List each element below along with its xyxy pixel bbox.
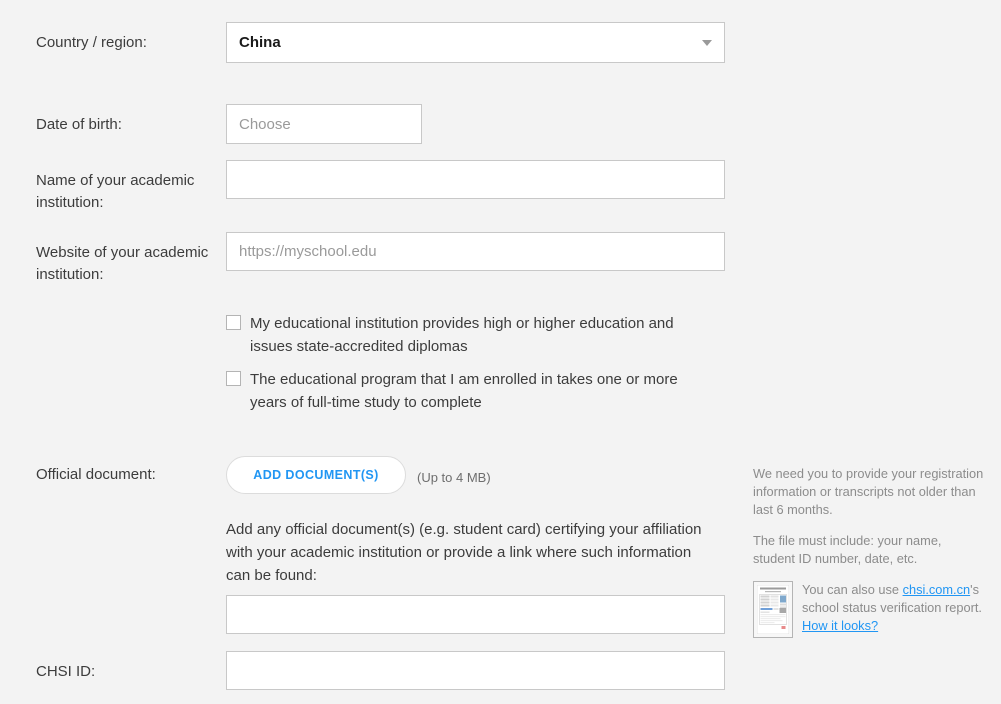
date-of-birth-input[interactable]: Choose (226, 104, 422, 144)
help-paragraph-registration: We need you to provide your registration… (753, 465, 985, 519)
chsi-website-link[interactable]: chsi.com.cn (903, 582, 971, 597)
how-it-looks-link[interactable]: How it looks? (802, 618, 878, 633)
add-documents-button[interactable]: ADD DOCUMENT(S) (226, 456, 406, 494)
institution-website-placeholder: https://myschool.edu (239, 244, 377, 259)
checkbox-row-fulltime[interactable]: The educational program that I am enroll… (226, 368, 696, 414)
academic-verification-form-page: Country / region: China Date of birth: C… (0, 0, 1001, 704)
official-document-label: Official document: (36, 464, 216, 486)
institution-name-input[interactable] (226, 160, 725, 199)
verification-report-text: You can also use chsi.com.cn's school st… (802, 581, 985, 635)
file-size-note: (Up to 4 MB) (417, 470, 491, 485)
chsi-id-input[interactable] (226, 651, 725, 690)
help-text-before-link: You can also use (802, 582, 903, 597)
checkbox-row-accredited[interactable]: My educational institution provides high… (226, 312, 696, 358)
help-paragraph-file-contents: The file must include: your name, studen… (753, 532, 985, 568)
institution-name-label: Name of your academic institution: (36, 170, 216, 214)
add-document-area: ADD DOCUMENT(S) (Up to 4 MB) (226, 456, 491, 494)
eligibility-checkbox-group: My educational institution provides high… (226, 312, 696, 424)
checkbox-fulltime-label: The educational program that I am enroll… (250, 368, 696, 414)
official-document-link-input[interactable] (226, 595, 725, 634)
date-of-birth-placeholder: Choose (239, 117, 291, 132)
checkbox-accredited[interactable] (226, 315, 241, 330)
country-region-select[interactable]: China (226, 22, 725, 63)
help-media-block: You can also use chsi.com.cn's school st… (753, 581, 985, 638)
checkbox-fulltime[interactable] (226, 371, 241, 386)
checkbox-accredited-label: My educational institution provides high… (250, 312, 696, 358)
help-panel: We need you to provide your registration… (753, 465, 985, 638)
country-region-value: China (239, 34, 281, 51)
country-region-label: Country / region: (36, 32, 216, 54)
official-document-description: Add any official document(s) (e.g. stude… (226, 518, 712, 587)
date-of-birth-label: Date of birth: (36, 114, 216, 136)
institution-website-input[interactable]: https://myschool.edu (226, 232, 725, 271)
institution-website-label: Website of your academic institution: (36, 242, 216, 286)
chevron-down-icon (702, 40, 712, 46)
document-preview-image (757, 585, 789, 634)
chsi-id-label: CHSI ID: (36, 661, 216, 683)
verification-report-thumbnail[interactable] (753, 581, 793, 638)
